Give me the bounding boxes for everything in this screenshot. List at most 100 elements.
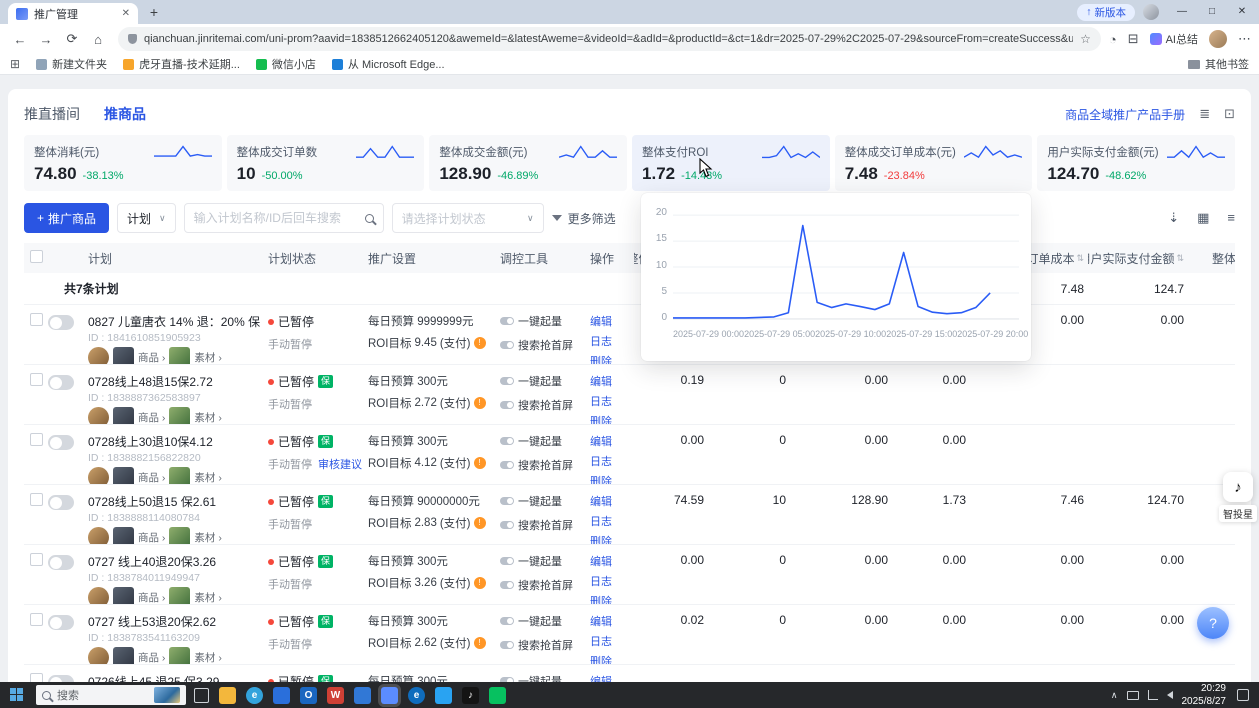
taskbar-app-icon[interactable]	[489, 687, 506, 704]
other-bookmarks[interactable]: 其他书签	[1188, 56, 1249, 72]
custom-columns-icon[interactable]: ≣	[1199, 106, 1210, 122]
taskbar-search[interactable]: 搜索	[36, 685, 186, 705]
bookmark-star-icon[interactable]: ☆	[1080, 32, 1091, 46]
log-link[interactable]: 日志	[590, 393, 634, 409]
close-button[interactable]: ✕	[1227, 0, 1257, 24]
row-checkbox[interactable]	[30, 553, 43, 566]
edit-link[interactable]: 编辑	[590, 613, 634, 629]
plan-name[interactable]: 0728线上50退15 保2.61	[88, 493, 262, 510]
volume-icon[interactable]	[1167, 691, 1173, 699]
row-checkbox[interactable]	[30, 673, 43, 682]
task-view-icon[interactable]	[194, 688, 209, 703]
taskbar-app-icon[interactable]: ♪	[462, 687, 479, 704]
new-version-badge[interactable]: ↑ 新版本	[1077, 4, 1135, 21]
warning-icon[interactable]: !	[474, 337, 486, 349]
material-link[interactable]: 素材 ›	[194, 470, 221, 484]
plan-name[interactable]: 0726线上45 退25 保3.29	[88, 673, 262, 682]
split-screen-icon[interactable]: ⊟	[1128, 31, 1139, 47]
plan-name[interactable]: 0727 线上53退20保2.62	[88, 613, 262, 630]
reload-icon[interactable]: ⟳	[60, 27, 84, 51]
bookmark-item[interactable]: 新建文件夹	[36, 56, 107, 72]
edit-link[interactable]: 编辑	[590, 433, 634, 449]
taskbar-app-icon[interactable]	[381, 687, 398, 704]
address-bar[interactable]: qianchuan.jinritemai.com/uni-prom?aavid=…	[118, 27, 1101, 51]
product-manual-link[interactable]: 商品全域推广产品手册	[1065, 106, 1185, 123]
display-icon[interactable]	[1127, 691, 1139, 700]
notification-center-icon[interactable]	[1237, 689, 1249, 701]
search-screen-toggle[interactable]	[500, 341, 514, 349]
taskbar-app-icon[interactable]	[219, 687, 236, 704]
ai-summary-button[interactable]: AI总结	[1150, 31, 1198, 47]
zhitouxing-widget[interactable]: ♪ 智投星	[1219, 472, 1257, 522]
table-settings-icon[interactable]: ≡	[1227, 210, 1235, 226]
bookmark-item[interactable]: 虎牙直播-技术延期...	[123, 56, 240, 72]
row-checkbox[interactable]	[30, 493, 43, 506]
review-suggestion-link[interactable]: 审核建议	[318, 456, 362, 472]
row-checkbox[interactable]	[30, 433, 43, 446]
material-link[interactable]: 素材 ›	[194, 650, 221, 664]
bookmark-item[interactable]: 从 Microsoft Edge...	[332, 56, 445, 72]
metric-card[interactable]: 整体成交订单数 10 -50.00%	[227, 135, 425, 191]
boost-toggle[interactable]	[500, 377, 514, 385]
metric-card[interactable]: 用户实际支付金额(元) 124.70 -48.62%	[1037, 135, 1235, 191]
search-screen-toggle[interactable]	[500, 581, 514, 589]
material-link[interactable]: 素材 ›	[194, 350, 221, 364]
column-header-pay[interactable]: 用户实际支付金额⇅	[1088, 250, 1188, 267]
promote-product-button[interactable]: + 推广商品	[24, 203, 109, 233]
metric-card[interactable]: 整体支付ROI 1.72 -14.43%	[632, 135, 830, 191]
row-checkbox[interactable]	[30, 313, 43, 326]
search-input[interactable]	[194, 211, 359, 225]
log-link[interactable]: 日志	[590, 573, 634, 589]
back-icon[interactable]: ←	[8, 27, 32, 51]
edit-link[interactable]: 编辑	[590, 673, 634, 682]
material-link[interactable]: 素材 ›	[194, 410, 221, 424]
boost-toggle[interactable]	[500, 317, 514, 325]
network-icon[interactable]	[1148, 690, 1158, 700]
plan-toggle[interactable]	[48, 495, 74, 510]
edit-link[interactable]: 编辑	[590, 553, 634, 569]
boost-toggle[interactable]	[500, 617, 514, 625]
home-icon[interactable]: ⌂	[86, 27, 110, 51]
product-link[interactable]: 商品 ›	[138, 470, 165, 484]
row-checkbox[interactable]	[30, 613, 43, 626]
browser-tab[interactable]: 推广管理 ✕	[8, 3, 138, 24]
search-screen-toggle[interactable]	[500, 461, 514, 469]
warning-icon[interactable]: !	[474, 577, 486, 589]
apps-grid-icon[interactable]: ⊞	[10, 57, 20, 71]
export-icon[interactable]: ⇣	[1168, 210, 1179, 226]
plan-toggle[interactable]	[48, 435, 74, 450]
more-menu-icon[interactable]: ⋯	[1238, 31, 1251, 47]
plan-name[interactable]: 0728线上30退10保4.12	[88, 433, 262, 450]
browser-profile-avatar[interactable]	[1143, 4, 1159, 20]
metric-card[interactable]: 整体消耗(元) 74.80 -38.13%	[24, 135, 222, 191]
page-tab[interactable]: 推直播间	[24, 104, 80, 124]
page-tab[interactable]: 推商品	[104, 104, 146, 124]
product-link[interactable]: 商品 ›	[138, 530, 165, 544]
plan-name[interactable]: 0727 线上40退20保3.26	[88, 553, 262, 570]
taskbar-clock[interactable]: 20:29 2025/8/27	[1182, 682, 1227, 708]
product-link[interactable]: 商品 ›	[138, 350, 165, 364]
boost-toggle[interactable]	[500, 557, 514, 565]
product-link[interactable]: 商品 ›	[138, 590, 165, 604]
delete-link[interactable]: 删除	[590, 653, 634, 664]
delete-link[interactable]: 删除	[590, 413, 634, 424]
delete-link[interactable]: 删除	[590, 353, 634, 364]
warning-icon[interactable]: !	[474, 397, 486, 409]
delete-link[interactable]: 删除	[590, 473, 634, 484]
plan-status-select[interactable]: 请选择计划状态 ∨	[392, 203, 544, 233]
log-link[interactable]: 日志	[590, 513, 634, 529]
plan-search[interactable]	[184, 203, 384, 233]
log-link[interactable]: 日志	[590, 333, 634, 349]
boost-toggle[interactable]	[500, 497, 514, 505]
column-config-icon[interactable]: ▦	[1197, 210, 1209, 226]
warning-icon[interactable]: !	[474, 637, 486, 649]
taskbar-app-icon[interactable]: O	[300, 687, 317, 704]
more-filters-button[interactable]: 更多筛选	[552, 210, 616, 227]
extensions-icon[interactable]: ◔	[1109, 32, 1117, 47]
log-link[interactable]: 日志	[590, 633, 634, 649]
edit-link[interactable]: 编辑	[590, 313, 634, 329]
search-icon[interactable]	[365, 214, 374, 223]
edit-link[interactable]: 编辑	[590, 493, 634, 509]
log-link[interactable]: 日志	[590, 453, 634, 469]
plan-name[interactable]: 0728线上48退15保2.72	[88, 373, 262, 390]
